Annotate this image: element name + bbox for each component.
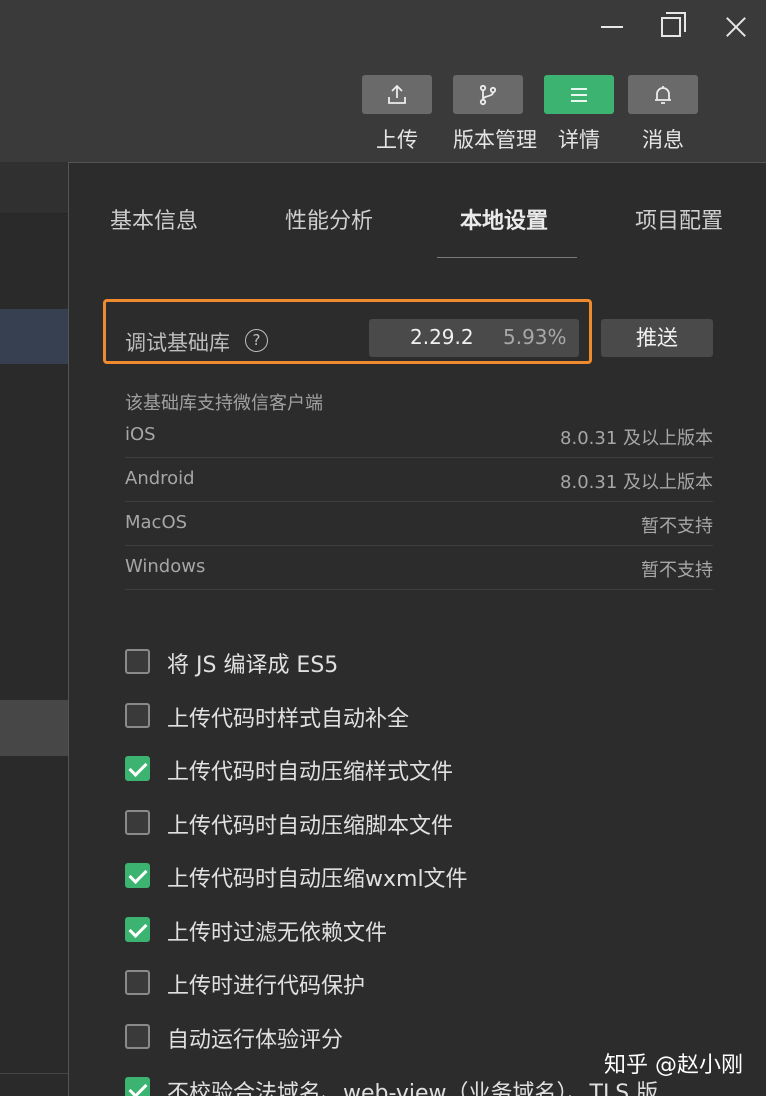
option-label: 上传时过滤无依赖文件 [167, 921, 388, 946]
support-platform: Android [125, 468, 195, 489]
minimize-icon[interactable] [593, 8, 633, 46]
upload-label: 上传 [376, 128, 418, 152]
option-label: 自动运行体验评分 [167, 1028, 344, 1053]
support-row: iOS 8.0.31 及以上版本 [125, 414, 713, 458]
checkbox[interactable] [125, 970, 150, 995]
messages-button[interactable]: 消息 [628, 75, 698, 155]
left-pane-row[interactable] [0, 700, 68, 756]
checkbox[interactable] [125, 703, 150, 728]
support-value: 暂不支持 [641, 560, 713, 581]
push-button[interactable]: 推送 [601, 319, 713, 357]
support-row: MacOS 暂不支持 [125, 502, 713, 546]
option-label: 上传代码时自动压缩wxml文件 [167, 867, 468, 892]
checkbox[interactable] [125, 1024, 150, 1049]
checkbox[interactable] [125, 1077, 150, 1096]
option-label: 将 JS 编译成 ES5 [167, 653, 339, 678]
details-panel: 基本信息 性能分析 本地设置 项目配置 调试基础库 ? 2.29.2 5.93%… [68, 162, 766, 1096]
support-row: Android 8.0.31 及以上版本 [125, 458, 713, 502]
checkbox[interactable] [125, 756, 150, 781]
details-button[interactable]: 详情 [544, 75, 614, 155]
divider [0, 1073, 68, 1074]
support-value: 8.0.31 及以上版本 [560, 472, 713, 493]
option-label: 上传代码时自动压缩脚本文件 [167, 814, 454, 839]
bell-icon [655, 85, 671, 104]
tab-basic-info[interactable]: 基本信息 [110, 203, 198, 235]
branch-icon [479, 84, 497, 105]
menu-icon [571, 87, 587, 102]
left-pane-row[interactable] [0, 162, 68, 214]
tab-project-config[interactable]: 项目配置 [635, 203, 723, 235]
tab-performance[interactable]: 性能分析 [285, 203, 373, 235]
checkbox[interactable] [125, 917, 150, 942]
support-platform: MacOS [125, 512, 188, 533]
maximize-icon[interactable] [654, 8, 694, 46]
title-bar: 上传 版本管理 详情 消息 [0, 0, 766, 162]
details-label: 详情 [558, 128, 600, 152]
support-value: 8.0.31 及以上版本 [560, 428, 713, 449]
upload-button[interactable]: 上传 [362, 75, 432, 155]
version-management-label: 版本管理 [453, 128, 537, 152]
devtools-window: 上传 版本管理 详情 消息 基本信息 性能分析 本地设置 项目配置 调试基础库 … [0, 0, 766, 1096]
active-tab-indicator [437, 257, 577, 258]
support-platform: iOS [125, 424, 156, 445]
support-title: 该基础库支持微信客户端 [125, 393, 323, 414]
upload-icon [388, 84, 406, 104]
tab-local-settings[interactable]: 本地设置 [460, 203, 548, 235]
left-pane-selected-row[interactable] [0, 309, 68, 364]
support-row: Windows 暂不支持 [125, 546, 713, 590]
option-label: 上传时进行代码保护 [167, 974, 366, 999]
version-management-button[interactable]: 版本管理 [453, 75, 537, 155]
highlight-annotation [103, 299, 592, 364]
checkbox[interactable] [125, 649, 150, 674]
left-pane [0, 162, 68, 1096]
option-label: 上传代码时自动压缩样式文件 [167, 760, 454, 785]
support-value: 暂不支持 [641, 516, 713, 537]
checkbox[interactable] [125, 863, 150, 888]
option-label: 上传代码时样式自动补全 [167, 707, 410, 732]
option-label: 不校验合法域名、web-view（业务域名）、TLS 版 [167, 1081, 659, 1096]
close-icon[interactable] [716, 8, 756, 46]
watermark: 知乎 @赵小刚 [604, 1053, 743, 1078]
checkbox[interactable] [125, 810, 150, 835]
messages-label: 消息 [642, 128, 684, 152]
support-platform: Windows [125, 556, 206, 577]
